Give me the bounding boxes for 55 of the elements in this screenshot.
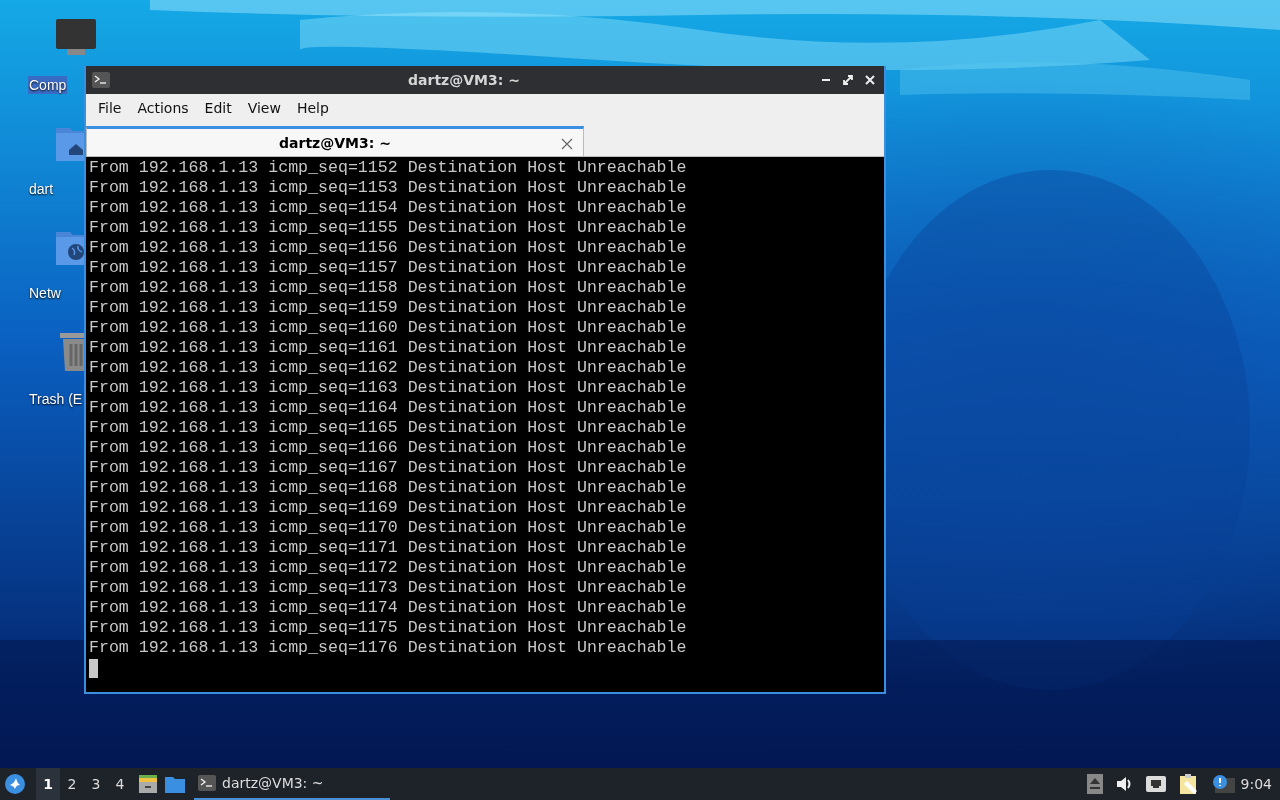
workspace-button[interactable]: 3 [84, 768, 108, 800]
terminal-line: From 192.168.1.13 icmp_seq=1165 Destination Host Unreachable [89, 418, 687, 438]
icon-label[interactable]: Comp [28, 76, 68, 94]
terminal-line: From 192.168.1.13 icmp_seq=1171 Destination Host Unreachable [89, 538, 687, 558]
terminal-icon [198, 775, 216, 791]
terminal-line: From 192.168.1.13 icmp_seq=1175 Destination Host Unreachable [89, 618, 687, 638]
network-port-icon[interactable] [1144, 775, 1167, 793]
terminal-line: From 192.168.1.13 icmp_seq=1157 Destination Host Unreachable [89, 258, 687, 278]
maximize-icon[interactable] [840, 72, 856, 88]
close-icon[interactable] [561, 138, 573, 150]
workspace-button[interactable]: 1 [36, 768, 60, 800]
terminal-line: From 192.168.1.13 icmp_seq=1156 Destination Host Unreachable [89, 238, 687, 258]
volume-icon[interactable] [1114, 775, 1133, 793]
icon-label[interactable]: Trash (E [28, 390, 84, 408]
terminal-line: From 192.168.1.13 icmp_seq=1152 Destination Host Unreachable [89, 158, 687, 178]
tab[interactable]: dartz@VM3: ~ [86, 126, 584, 156]
terminal-line: From 192.168.1.13 icmp_seq=1172 Destination Host Unreachable [89, 558, 687, 578]
menu-item[interactable]: Actions [129, 97, 197, 119]
terminal-line: From 192.168.1.13 icmp_seq=1153 Destination Host Unreachable [89, 178, 687, 198]
folder-icon[interactable] [164, 775, 186, 793]
terminal-line: From 192.168.1.13 icmp_seq=1163 Destination Host Unreachable [89, 378, 687, 398]
terminal-line: From 192.168.1.13 icmp_seq=1158 Destination Host Unreachable [89, 278, 687, 298]
terminal-line: From 192.168.1.13 icmp_seq=1176 Destination Host Unreachable [89, 638, 687, 658]
clipboard-icon[interactable] [1178, 773, 1199, 795]
terminal-line: From 192.168.1.13 icmp_seq=1154 Destination Host Unreachable [89, 198, 687, 218]
workspace-button[interactable]: 4 [108, 768, 132, 800]
start-menu-icon[interactable] [4, 773, 26, 795]
terminal-icon [92, 72, 110, 88]
menu-item[interactable]: Help [288, 97, 337, 119]
notification-icon[interactable] [1210, 774, 1235, 794]
eject-icon[interactable] [1086, 774, 1103, 794]
terminal-line: From 192.168.1.13 icmp_seq=1161 Destination Host Unreachable [89, 338, 687, 358]
terminal-line: From 192.168.1.13 icmp_seq=1164 Destination Host Unreachable [89, 398, 687, 418]
terminal-line: From 192.168.1.13 icmp_seq=1160 Destination Host Unreachable [89, 318, 687, 338]
terminal-line: From 192.168.1.13 icmp_seq=1162 Destination Host Unreachable [89, 358, 687, 378]
terminal-line: From 192.168.1.13 icmp_seq=1170 Destination Host Unreachable [89, 518, 687, 538]
terminal-line: From 192.168.1.13 icmp_seq=1155 Destination Host Unreachable [89, 218, 687, 238]
terminal-line: From 192.168.1.13 icmp_seq=1168 Destination Host Unreachable [89, 478, 687, 498]
window-title: dartz@VM3: ~ [407, 72, 521, 88]
menu-item[interactable]: View [239, 97, 289, 119]
clock[interactable]: 9:04 [1240, 776, 1272, 792]
terminal-line: From 192.168.1.13 icmp_seq=1166 Destination Host Unreachable [89, 438, 687, 458]
monitor-icon [54, 18, 97, 58]
terminal-line: From 192.168.1.13 icmp_seq=1159 Destination Host Unreachable [89, 298, 687, 318]
file-cabinet-icon[interactable] [138, 774, 158, 794]
icon-label[interactable]: dart [28, 180, 55, 198]
terminal-line: From 192.168.1.13 icmp_seq=1174 Destination Host Unreachable [89, 598, 687, 618]
menu-item[interactable]: File [90, 97, 130, 119]
icon-label[interactable]: Netw [28, 284, 62, 302]
terminal-line: From 192.168.1.13 icmp_seq=1169 Destination Host Unreachable [89, 498, 687, 518]
workspace-button[interactable]: 2 [60, 768, 84, 800]
taskbar-task[interactable]: dartz@VM3: ~ [194, 768, 390, 800]
menu-item[interactable]: Edit [196, 97, 240, 119]
terminal-line: From 192.168.1.13 icmp_seq=1173 Destination Host Unreachable [89, 578, 687, 598]
terminal-line: From 192.168.1.13 icmp_seq=1167 Destination Host Unreachable [89, 458, 687, 478]
